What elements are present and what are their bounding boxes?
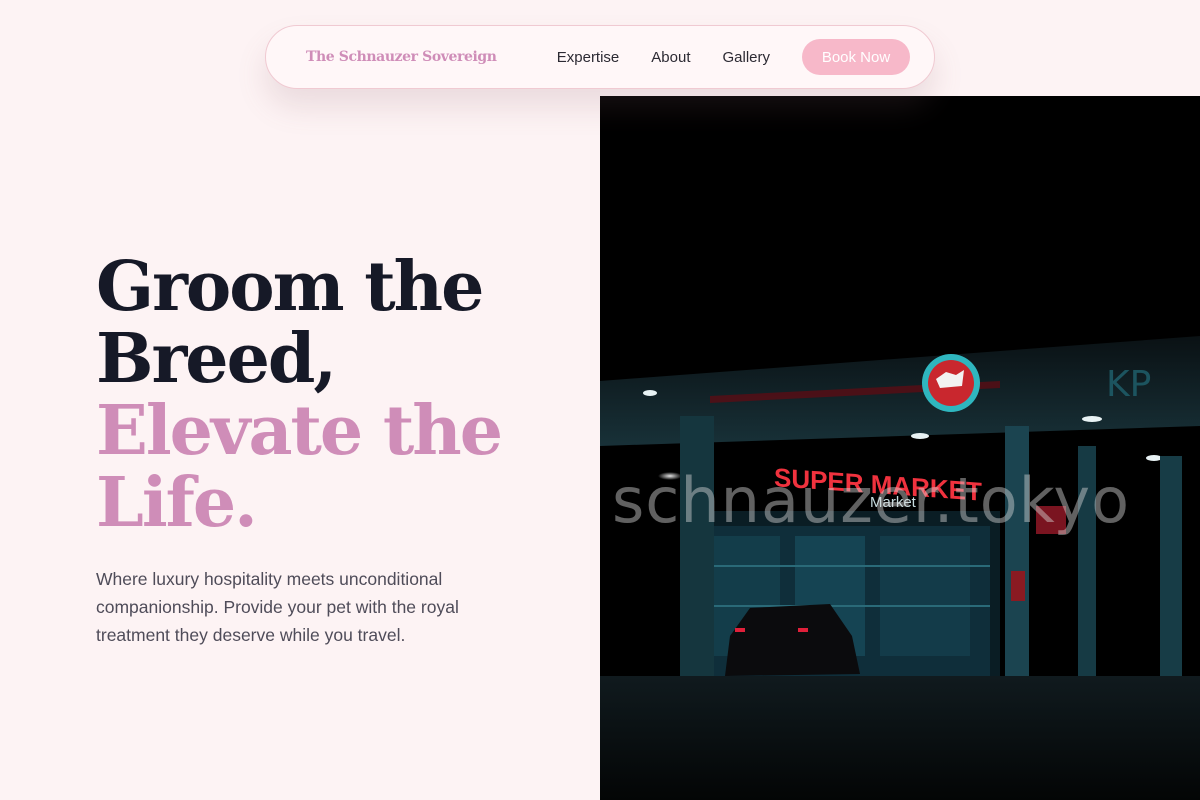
hero-photo: KP SUPER MARKET Market schnauzer.tokyo — [600, 96, 1200, 800]
hero-copy: Groom the Breed, Elevate the Life. Where… — [96, 251, 576, 649]
photo-watermark: schnauzer.tokyo — [612, 464, 1131, 537]
nav-link-expertise[interactable]: Expertise — [557, 49, 620, 66]
nav-links: Expertise About Gallery Book Now — [557, 39, 910, 75]
headline-line-2: Breed, — [96, 319, 337, 399]
nav-link-about[interactable]: About — [651, 49, 690, 66]
kp-sign-text: KP — [1106, 364, 1151, 405]
headline-line-1: Groom the — [96, 247, 484, 327]
top-nav: The Schnauzer Sovereign Expertise About … — [265, 25, 935, 89]
headline-accent-line-2: Life. — [96, 463, 258, 543]
landing-page: The Schnauzer Sovereign Expertise About … — [0, 0, 1200, 800]
hero-description: Where luxury hospitality meets unconditi… — [96, 569, 459, 645]
hero-headline: Groom the Breed, Elevate the Life. — [96, 251, 576, 539]
book-now-button[interactable]: Book Now — [802, 39, 910, 75]
brand-logo[interactable]: The Schnauzer Sovereign — [306, 49, 497, 65]
nav-link-gallery[interactable]: Gallery — [722, 49, 770, 66]
headline-accent-line-1: Elevate the — [96, 391, 503, 471]
storefront-illustration: KP SUPER MARKET Market — [600, 96, 1200, 800]
